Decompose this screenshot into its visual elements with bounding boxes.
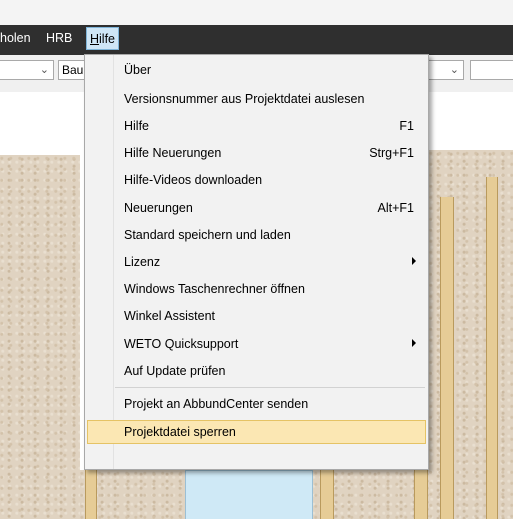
submenu-arrow-icon bbox=[412, 257, 416, 265]
submenu-arrow-icon bbox=[412, 339, 416, 347]
menu-item-taschenrechner[interactable]: Windows Taschenrechner öffnen bbox=[87, 277, 426, 301]
menu-item-hilfe[interactable]: Hilfe F1 bbox=[87, 114, 426, 138]
menu-item-winkel-assistent[interactable]: Winkel Assistent bbox=[87, 304, 426, 328]
menu-item-label: Versionsnummer aus Projektdatei auslesen bbox=[124, 92, 365, 106]
menu-item-shortcut: Strg+F1 bbox=[369, 146, 414, 160]
menu-separator bbox=[115, 387, 425, 388]
menu-item-label: Hilfe-Videos downloaden bbox=[124, 173, 263, 187]
menu-item-label: Projekt an AbbundCenter senden bbox=[124, 397, 309, 411]
menu-item-abbundcenter-senden[interactable]: Projekt an AbbundCenter senden bbox=[87, 392, 426, 416]
menu-item-shortcut: F1 bbox=[399, 119, 414, 133]
menu-item-label: Standard speichern und laden bbox=[124, 228, 291, 242]
chevron-down-icon: ⌄ bbox=[449, 64, 459, 76]
menu-item-hilfe-neuerungen[interactable]: Hilfe Neuerungen Strg+F1 bbox=[87, 141, 426, 165]
menu-item-label: Hilfe Neuerungen bbox=[124, 146, 222, 160]
menu-item-label: Windows Taschenrechner öffnen bbox=[124, 282, 305, 296]
menu-item-neuerungen[interactable]: Neuerungen Alt+F1 bbox=[87, 196, 426, 220]
stud-right-2 bbox=[486, 177, 498, 519]
wall-panel-left bbox=[0, 155, 80, 519]
stud-bottom-1 bbox=[85, 470, 97, 519]
menu-item-ueber[interactable]: Über bbox=[87, 58, 426, 82]
menu-item-label: Lizenz bbox=[124, 255, 161, 269]
toolbar-combo-3[interactable]: ⌄ bbox=[424, 60, 464, 80]
menu-hilfe-rest: ilfe bbox=[99, 32, 116, 46]
stud-bottom-3 bbox=[414, 470, 428, 519]
help-menu-dropdown: Über Versionsnummer aus Projektdatei aus… bbox=[84, 54, 429, 470]
menu-item-standard-speichern[interactable]: Standard speichern und laden bbox=[87, 223, 426, 247]
menu-holen[interactable]: holen bbox=[0, 31, 31, 46]
menu-item-projektdatei-sperren[interactable]: Projektdatei sperren bbox=[87, 420, 426, 444]
menu-item-label: WETO Quicksupport bbox=[124, 337, 239, 351]
menu-item-update-pruefen[interactable]: Auf Update prüfen bbox=[87, 359, 426, 383]
menu-item-hilfe-videos[interactable]: Hilfe-Videos downloaden bbox=[87, 168, 426, 192]
toolbar-combo-2-text: Bau bbox=[62, 63, 84, 77]
menu-item-shortcut: Alt+F1 bbox=[377, 201, 414, 215]
menu-bar: holen HRB Hilfe bbox=[0, 25, 513, 55]
title-bar bbox=[0, 0, 513, 25]
toolbar-combo-1[interactable]: ⌄ bbox=[0, 60, 54, 80]
menu-item-label: Über bbox=[124, 63, 152, 77]
stud-right-1 bbox=[440, 197, 454, 519]
stud-bottom-2 bbox=[320, 470, 334, 519]
chevron-down-icon: ⌄ bbox=[39, 64, 49, 76]
toolbar-combo-4[interactable] bbox=[470, 60, 513, 80]
menu-item-label: Hilfe bbox=[124, 119, 150, 133]
window-opening bbox=[185, 470, 313, 519]
menu-hilfe-mnemonic: H bbox=[90, 32, 100, 46]
menu-item-label: Winkel Assistent bbox=[124, 309, 216, 323]
menu-item-label: Neuerungen bbox=[124, 201, 193, 215]
menu-item-label: Auf Update prüfen bbox=[124, 364, 226, 378]
menu-item-label: Projektdatei sperren bbox=[124, 425, 236, 439]
menu-item-versionsnummer[interactable]: Versionsnummer aus Projektdatei auslesen bbox=[87, 87, 426, 111]
menu-hilfe[interactable]: Hilfe bbox=[86, 27, 120, 50]
menu-item-weto-quicksupport[interactable]: WETO Quicksupport bbox=[87, 332, 426, 356]
menu-item-lizenz[interactable]: Lizenz bbox=[87, 250, 426, 274]
menu-hrb[interactable]: HRB bbox=[46, 31, 72, 46]
